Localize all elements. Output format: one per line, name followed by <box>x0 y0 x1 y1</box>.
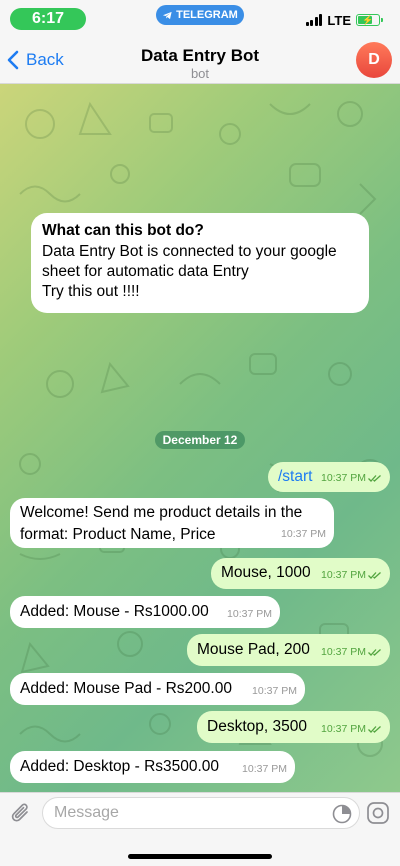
message-time: 10:37 PM <box>321 723 366 735</box>
attach-icon[interactable] <box>10 801 32 825</box>
message-text: Welcome! Send me product details in the <box>20 504 303 521</box>
message-text: Mouse Pad, 200 <box>197 641 310 658</box>
message-time: 10:37 PM <box>321 569 366 581</box>
bot-command-link[interactable]: /start <box>278 467 312 487</box>
network-label: LTE <box>327 12 351 28</box>
message-time: 10:37 PM <box>252 685 297 697</box>
message-meta: 10:37 PM <box>321 719 382 739</box>
status-time: 6:17 <box>10 8 86 30</box>
chat-area[interactable]: What can this bot do? Data Entry Bot is … <box>0 84 400 792</box>
message-meta: 10:37 PM <box>281 524 326 544</box>
message-time: 10:37 PM <box>321 646 366 658</box>
message-incoming[interactable]: Added: Mouse - Rs1000.00 10:37 PM <box>10 596 280 628</box>
message-meta: 10:37 PM <box>242 759 287 779</box>
message-incoming[interactable]: Welcome! Send me product details in the … <box>10 498 334 548</box>
message-meta: 10:37 PM <box>321 642 382 662</box>
message-outgoing[interactable]: /start 10:37 PM <box>268 462 390 492</box>
message-time: 10:37 PM <box>281 528 326 540</box>
message-incoming[interactable]: Added: Mouse Pad - Rs200.00 10:37 PM <box>10 673 305 705</box>
message-field[interactable] <box>42 797 360 829</box>
message-meta: 10:37 PM <box>227 604 272 624</box>
telegram-badge[interactable]: TELEGRAM <box>156 5 244 25</box>
message-text: Added: Desktop - Rs3500.00 <box>20 758 220 775</box>
status-bar: 6:17 TELEGRAM LTE ⚡ <box>0 0 400 36</box>
message-text: Added: Mouse Pad - Rs200.00 <box>20 680 232 697</box>
avatar[interactable]: D <box>356 42 392 78</box>
message-outgoing[interactable]: Mouse, 1000 10:37 PM <box>211 558 390 589</box>
double-check-icon <box>368 474 381 482</box>
status-indicators: LTE ⚡ <box>305 12 383 28</box>
message-time: 10:37 PM <box>227 608 272 620</box>
message-outgoing[interactable]: Mouse Pad, 200 10:37 PM <box>187 634 390 666</box>
chat-title[interactable]: Data Entry Bot <box>0 46 400 66</box>
double-check-icon <box>368 648 381 656</box>
bot-info-heading: What can this bot do? <box>42 222 204 239</box>
message-meta: 10:37 PM <box>252 681 297 701</box>
bot-info-line: sheet for automatic data Entry <box>42 263 249 280</box>
message-incoming[interactable]: Added: Desktop - Rs3500.00 10:37 PM <box>10 751 295 783</box>
home-indicator <box>128 854 272 859</box>
telegram-badge-label: TELEGRAM <box>176 9 238 21</box>
camera-icon[interactable] <box>366 801 390 825</box>
bot-info-line: Try this out !!!! <box>42 283 140 300</box>
message-text: Added: Mouse - Rs1000.00 <box>20 603 209 620</box>
message-meta: 10:37 PM <box>321 565 382 585</box>
message-text: format: Product Name, Price <box>20 526 216 543</box>
message-outgoing[interactable]: Desktop, 3500 10:37 PM <box>197 711 390 743</box>
message-time: 10:37 PM <box>242 763 287 775</box>
chat-subtitle: bot <box>190 66 210 81</box>
date-separator: December 12 <box>155 431 245 449</box>
telegram-icon <box>163 11 172 19</box>
message-text: Mouse, 1000 <box>221 564 311 581</box>
sticker-icon[interactable] <box>332 804 352 824</box>
battery-icon: ⚡ <box>356 14 383 26</box>
bot-info-card: What can this bot do? Data Entry Bot is … <box>31 213 369 313</box>
message-input[interactable] <box>43 798 303 828</box>
double-check-icon <box>368 571 381 579</box>
double-check-icon <box>368 725 381 733</box>
chat-header: Back Data Entry Bot bot D <box>0 36 400 84</box>
message-meta: 10:37 PM <box>321 468 382 488</box>
signal-icon <box>305 14 323 26</box>
message-time: 10:37 PM <box>321 472 366 484</box>
bot-info-line: Data Entry Bot is connected to your goog… <box>42 243 337 260</box>
message-text: Desktop, 3500 <box>207 718 307 735</box>
